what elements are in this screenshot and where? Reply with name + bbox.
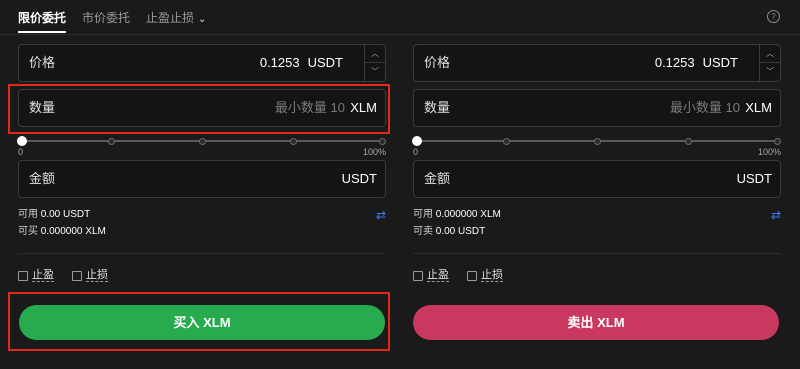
- buy-quantity-label: 数量: [29, 100, 56, 115]
- sell-price-field[interactable]: 价格 0.1253 USDT ︿ ﹀: [413, 44, 781, 82]
- sell-quantity-slider[interactable]: 0 100%: [412, 131, 781, 157]
- available-label: 可用: [413, 209, 433, 220]
- slider-tick-50[interactable]: [199, 138, 206, 145]
- header-divider: [0, 34, 800, 35]
- slider-handle[interactable]: [17, 136, 27, 146]
- sell-quantity-field[interactable]: 数量 最小数量 10 XLM: [413, 89, 781, 127]
- sell-quantity-label: 数量: [424, 100, 451, 115]
- max-buy-value: 0.000000 XLM: [40, 226, 106, 237]
- buy-amount-field[interactable]: 金额 USDT: [18, 160, 386, 198]
- slider-min-label: 0: [413, 147, 419, 157]
- buy-quantity-placeholder: 最小数量 10: [274, 100, 345, 115]
- order-type-tabs: 限价委托 市价委托 止盈止损 ⌄: [18, 0, 206, 34]
- sell-price-unit: USDT: [702, 55, 738, 70]
- slider-tick-75[interactable]: [290, 138, 297, 145]
- slider-tick-25[interactable]: [108, 138, 115, 145]
- tab-tpsl[interactable]: 止盈止损 ⌄: [146, 0, 206, 35]
- max-buy-label: 可买: [18, 226, 38, 237]
- sell-price-value[interactable]: 0.1253 USDT: [655, 45, 738, 81]
- sell-take-profit-checkbox[interactable]: 止盈: [413, 270, 449, 282]
- stop-loss-label: 止损: [481, 269, 503, 282]
- slider-tick-75[interactable]: [685, 138, 692, 145]
- sell-quantity-placeholder: 最小数量 10: [669, 100, 740, 115]
- sell-amount-field[interactable]: 金额 USDT: [413, 160, 781, 198]
- buy-price-field[interactable]: 价格 0.1253 USDT ︿ ﹀: [18, 44, 386, 82]
- buy-divider: [18, 253, 386, 254]
- sell-balance-info: 可用 0.000000 XLM 可卖 0.00 USDT ⇄: [413, 206, 781, 240]
- slider-max-label: 100%: [757, 147, 781, 157]
- buy-amount-label: 金额: [29, 171, 56, 186]
- tab-market-order[interactable]: 市价委托: [82, 0, 130, 35]
- buy-panel: 价格 0.1253 USDT ︿ ﹀ 数量 最小数量 10 XLM 0 100% …: [17, 44, 386, 282]
- buy-price-number: 0.1253: [259, 55, 300, 70]
- take-profit-label: 止盈: [427, 269, 449, 282]
- buy-quantity-unit: XLM: [350, 100, 377, 115]
- slider-tick-50[interactable]: [594, 138, 601, 145]
- sell-price-stepper: ︿ ﹀: [759, 45, 780, 81]
- sell-quantity-unit: XLM: [745, 100, 772, 115]
- buy-stop-loss-checkbox[interactable]: 止损: [72, 270, 108, 282]
- chevron-down-icon[interactable]: ﹀: [365, 63, 385, 80]
- buy-price-label: 价格: [29, 55, 56, 70]
- chevron-down-icon: ⌄: [198, 13, 207, 25]
- sell-tpsl-options: 止盈 止损: [413, 270, 781, 282]
- checkbox-icon[interactable]: [18, 271, 28, 281]
- sell-panel: 价格 0.1253 USDT ︿ ﹀ 数量 最小数量 10 XLM 0 100% …: [412, 44, 781, 282]
- buy-price-value[interactable]: 0.1253 USDT: [260, 45, 343, 81]
- slider-max-label: 100%: [362, 147, 386, 157]
- slider-handle[interactable]: [412, 136, 422, 146]
- checkbox-icon[interactable]: [467, 271, 477, 281]
- stop-loss-label: 止损: [86, 269, 108, 282]
- sell-button[interactable]: 卖出 XLM: [413, 305, 779, 340]
- buy-price-stepper: ︿ ﹀: [364, 45, 385, 81]
- max-sell-label: 可卖: [413, 226, 433, 237]
- chevron-down-icon[interactable]: ﹀: [760, 63, 780, 80]
- buy-quantity-field[interactable]: 数量 最小数量 10 XLM: [18, 89, 386, 127]
- buy-balance-info: 可用 0.00 USDT 可买 0.000000 XLM ⇄: [18, 206, 386, 240]
- buy-price-unit: USDT: [307, 55, 343, 70]
- sell-amount-label: 金额: [424, 171, 451, 186]
- slider-tick-100[interactable]: [379, 138, 386, 145]
- sell-amount-unit: USDT: [736, 171, 772, 186]
- buy-amount-unit: USDT: [341, 171, 377, 186]
- chevron-up-icon[interactable]: ︿: [760, 45, 780, 63]
- sell-stop-loss-checkbox[interactable]: 止损: [467, 270, 503, 282]
- help-circle-icon[interactable]: ?: [767, 10, 780, 23]
- max-sell-value: 0.00 USDT: [435, 226, 486, 237]
- transfer-icon[interactable]: ⇄: [376, 207, 386, 224]
- tab-tpsl-label: 止盈止损: [146, 10, 195, 25]
- buy-button[interactable]: 买入 XLM: [19, 305, 385, 340]
- tab-limit-order[interactable]: 限价委托: [18, 0, 67, 35]
- available-value: 0.00 USDT: [40, 209, 91, 220]
- slider-tick-100[interactable]: [774, 138, 781, 145]
- checkbox-icon[interactable]: [72, 271, 82, 281]
- sell-price-label: 价格: [424, 55, 451, 70]
- take-profit-label: 止盈: [32, 269, 54, 282]
- transfer-icon[interactable]: ⇄: [771, 207, 781, 224]
- buy-tpsl-options: 止盈 止损: [18, 270, 386, 282]
- available-label: 可用: [18, 209, 38, 220]
- chevron-up-icon[interactable]: ︿: [365, 45, 385, 63]
- sell-divider: [413, 253, 781, 254]
- buy-quantity-slider[interactable]: 0 100%: [17, 131, 386, 157]
- buy-take-profit-checkbox[interactable]: 止盈: [18, 270, 54, 282]
- slider-tick-25[interactable]: [503, 138, 510, 145]
- checkbox-icon[interactable]: [413, 271, 423, 281]
- slider-min-label: 0: [18, 147, 24, 157]
- available-value: 0.000000 XLM: [435, 209, 501, 220]
- sell-price-number: 0.1253: [654, 55, 695, 70]
